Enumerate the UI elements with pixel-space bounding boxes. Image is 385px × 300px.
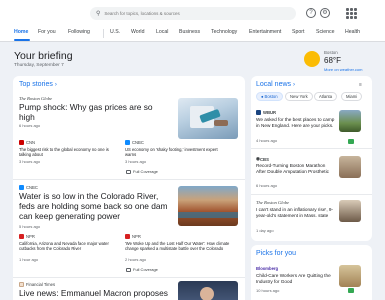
story-headline[interactable]: Live news: Emmanuel Macron proposes new.…	[19, 288, 174, 300]
tab-entertainment[interactable]: Entertainment	[249, 29, 281, 35]
weather-temperature: 68°F	[324, 56, 341, 65]
related-source: NPR	[19, 234, 35, 239]
chevron-right-icon: ›	[54, 82, 57, 88]
top-stories-card: Top stories › The Boston Globe Pump shoc…	[13, 76, 245, 300]
cnbc-logo-icon	[125, 140, 130, 145]
story-source: The Boston Globe	[19, 96, 53, 101]
briefing-date: Thursday, September 7	[14, 63, 64, 68]
local-divider	[251, 148, 372, 149]
tab-health[interactable]: Health	[345, 29, 360, 35]
story-headline[interactable]: Water is so low in the Colorado River, f…	[19, 191, 174, 222]
coverage-icon[interactable]	[348, 288, 354, 293]
location-chip-new-york[interactable]: New York	[285, 92, 313, 101]
marathon-image[interactable]	[339, 156, 361, 178]
local-source: ◉ CBS	[256, 156, 269, 162]
story-time: 6 hours ago	[19, 123, 41, 128]
help-icon[interactable]: ?	[306, 8, 316, 18]
colorado-river-image[interactable]	[178, 186, 238, 226]
active-tab-indicator	[14, 39, 30, 41]
story-time: 5 hours ago	[19, 224, 41, 229]
local-source: WBUR	[256, 110, 276, 115]
story-source: CNBC	[19, 185, 38, 190]
tab-business[interactable]: Business	[179, 29, 200, 35]
local-headline[interactable]: We asked for the best places to camp in …	[256, 117, 336, 129]
local-time: 6 hours ago	[256, 183, 278, 188]
camping-image[interactable]	[339, 110, 361, 132]
section-nav: Home For you Following U.S. World Local …	[0, 26, 385, 42]
tab-science[interactable]: Science	[316, 29, 334, 35]
local-headline[interactable]: I can't stand in an inflationary rise', …	[256, 207, 336, 219]
story-divider	[13, 179, 245, 180]
search-icon[interactable]: ⚲	[96, 10, 100, 17]
gear-icon[interactable]: ⚙	[320, 8, 330, 18]
tab-us[interactable]: U.S.	[110, 29, 120, 35]
related-time: 3 hours ago	[125, 159, 147, 164]
top-stories-heading[interactable]: Top stories ›	[19, 81, 57, 88]
related-headline[interactable]: The biggest risk to the global economy n…	[19, 147, 119, 158]
related-time: 1 hour ago	[19, 257, 39, 262]
local-headline[interactable]: Record-Turning Boston Marathon After Dou…	[256, 163, 336, 175]
location-chip-miami[interactable]: Miami	[341, 92, 363, 101]
related-time: 3 hours ago	[19, 159, 41, 164]
local-news-heading[interactable]: Local news ›	[256, 81, 295, 88]
sun-icon	[304, 51, 320, 67]
nav-divider	[103, 29, 104, 38]
weather-widget[interactable]: Boston 68°F More on weather.com	[302, 48, 372, 76]
apps-grid-icon[interactable]	[343, 5, 359, 21]
story-source: Financial Times	[19, 282, 55, 287]
full-coverage-button[interactable]: Full Coverage	[126, 267, 158, 272]
location-chip-boston[interactable]: ●Boston	[256, 92, 283, 101]
tab-technology[interactable]: Technology	[211, 29, 237, 35]
cnn-logo-icon	[19, 140, 24, 145]
page-title: Your briefing	[14, 50, 73, 62]
location-pin-icon: ●	[261, 94, 264, 99]
related-source: NPR	[125, 234, 141, 239]
child-care-image[interactable]	[339, 265, 361, 287]
tab-following[interactable]: Following	[68, 29, 90, 35]
weather-location: Boston	[324, 50, 338, 55]
related-source: CNBC	[125, 140, 144, 145]
tab-world[interactable]: World	[131, 29, 144, 35]
search-input[interactable]	[104, 11, 285, 16]
location-chip-atlanta[interactable]: Atlanta	[314, 92, 338, 101]
related-source: CNN	[19, 140, 35, 145]
picks-headline[interactable]: Child-Care Workers Are Quitting the Indu…	[256, 273, 336, 285]
ft-logo-icon	[19, 282, 24, 287]
tab-for-you[interactable]: For you	[38, 29, 56, 35]
related-time: 2 hours ago	[125, 257, 147, 262]
chevron-right-icon: ›	[292, 82, 295, 88]
search-bar[interactable]: ⚲	[90, 7, 296, 20]
local-divider	[251, 194, 372, 195]
inflation-image[interactable]	[339, 200, 361, 222]
tab-local[interactable]: Local	[156, 29, 168, 35]
picks-source: Bloomberg	[256, 266, 279, 271]
story-headline[interactable]: Pump shock: Why gas prices are so high	[19, 102, 169, 123]
picks-heading[interactable]: Picks for you	[256, 250, 296, 257]
local-time: 4 hours ago	[256, 138, 278, 143]
macron-image[interactable]	[178, 281, 238, 300]
coverage-icon	[126, 169, 131, 174]
related-headline[interactable]: California, Arizona and Nevada face majo…	[19, 241, 119, 252]
tab-home[interactable]: Home	[14, 29, 28, 35]
picks-time: 10 hours ago	[256, 288, 280, 293]
npr-logo-icon	[125, 234, 130, 239]
full-coverage-button[interactable]: Full Coverage	[126, 169, 158, 174]
local-source: The Boston Globe	[256, 200, 290, 205]
wbur-logo-icon	[256, 110, 261, 115]
gas-pump-image[interactable]	[178, 98, 238, 139]
weather-more-link[interactable]: More on weather.com	[324, 67, 362, 72]
cnbc-logo-icon	[19, 185, 24, 190]
local-time: 1 day ago	[256, 228, 274, 233]
coverage-icon	[126, 267, 131, 272]
npr-logo-icon	[19, 234, 24, 239]
top-bar: ⚲ ? ⚙	[0, 0, 385, 26]
tune-icon[interactable]: ≡	[359, 82, 362, 88]
story-divider	[13, 277, 245, 278]
related-headline[interactable]: 'We Woke Up and the Lost Half Our Water'…	[125, 241, 230, 252]
tab-sport[interactable]: Sport	[292, 29, 304, 35]
coverage-icon[interactable]	[348, 139, 354, 144]
related-headline[interactable]: US economy on 'shaky footing,' investmen…	[125, 147, 225, 158]
